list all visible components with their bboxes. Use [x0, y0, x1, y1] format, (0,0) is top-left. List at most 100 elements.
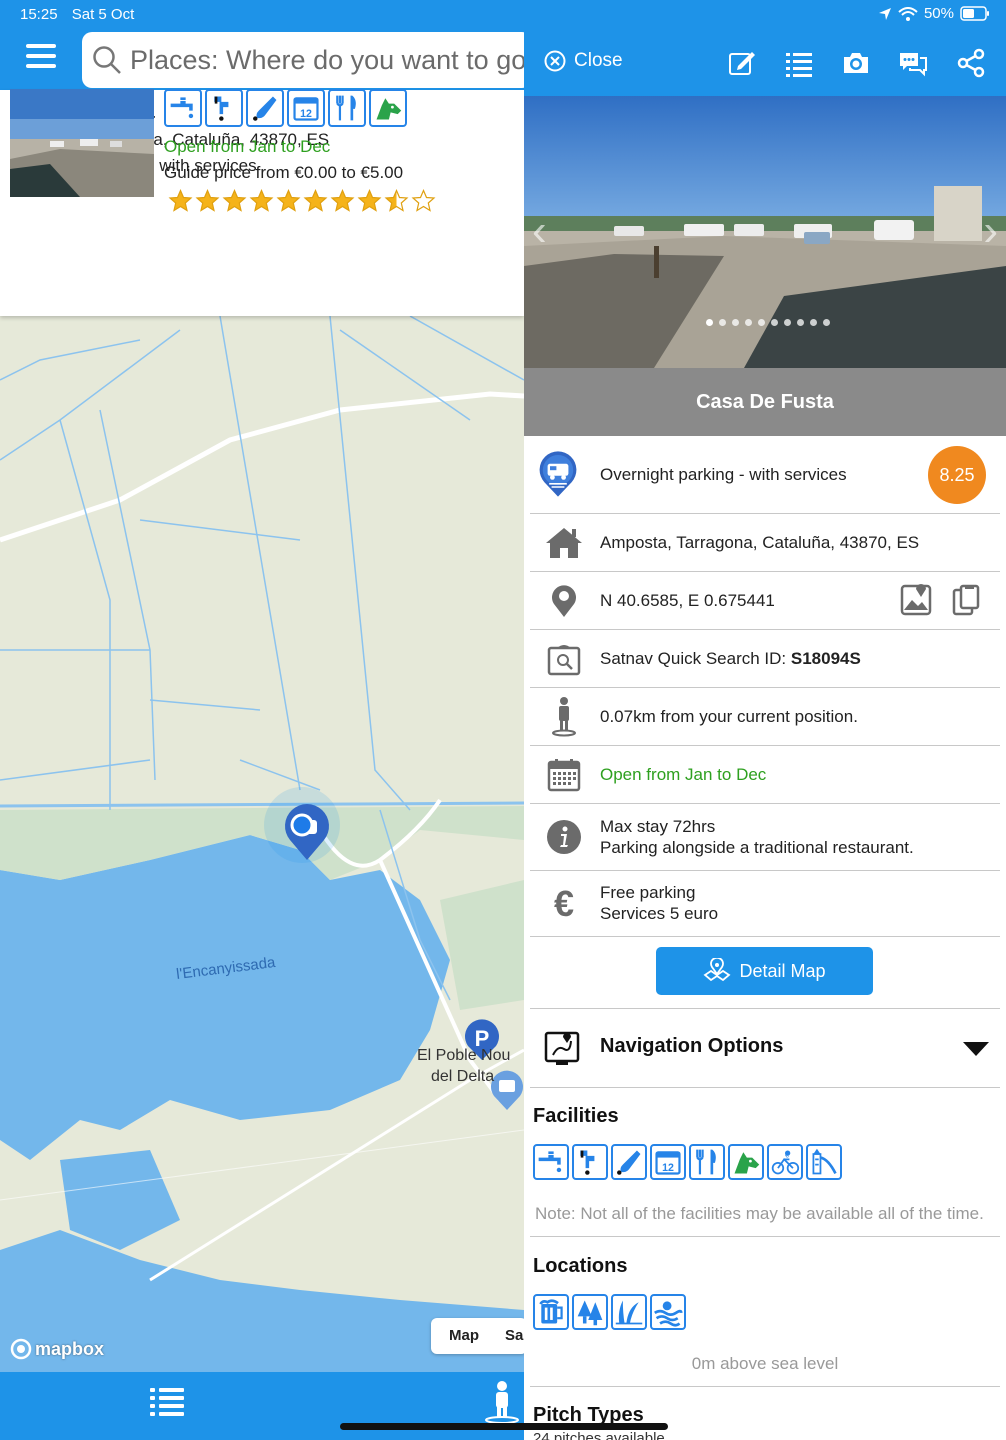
- card-facilities: 12: [164, 89, 407, 127]
- page-dot[interactable]: [797, 319, 804, 326]
- pitch-types-subtitle: 24 pitches available: [533, 1430, 665, 1440]
- navigation-options-label: Navigation Options: [600, 1035, 784, 1057]
- camera-icon[interactable]: [841, 48, 871, 78]
- satnav-device-icon: [544, 642, 584, 676]
- info-text: Max stay 72hrs Parking alongside a tradi…: [600, 816, 914, 858]
- status-time: 15:25: [20, 6, 58, 23]
- star-full-icon: [357, 189, 382, 212]
- map-view[interactable]: P: [0, 316, 524, 1372]
- facilities-list: 12 €: [533, 1144, 842, 1180]
- satnav-id: S18094S: [790, 649, 861, 668]
- reviews-chat-icon[interactable]: [898, 48, 928, 78]
- photo-prev-icon[interactable]: ‹: [532, 206, 547, 256]
- home-indicator[interactable]: [340, 1423, 668, 1430]
- wetland-icon: [611, 1294, 647, 1330]
- star-half-icon: [384, 189, 409, 212]
- star-full-icon: [303, 189, 328, 212]
- info-row: Max stay 72hrs Parking alongside a tradi…: [530, 804, 1000, 871]
- wifi-icon: [898, 6, 918, 21]
- edit-icon[interactable]: [727, 48, 757, 78]
- calendar-icon: [544, 758, 584, 792]
- star-full-icon: [168, 189, 193, 212]
- status-date: Sat 5 Oct: [71, 6, 135, 23]
- card-guide-price: Guide price from €0.00 to €5.00: [164, 163, 404, 182]
- calendar-icon: 12: [287, 89, 325, 127]
- home-icon: [544, 526, 584, 560]
- rating-stars: [168, 189, 436, 213]
- star-full-icon: [195, 189, 220, 212]
- lake-icon: [650, 1294, 686, 1330]
- mapbox-attribution[interactable]: mapbox: [10, 1338, 104, 1360]
- page-dot[interactable]: [758, 319, 765, 326]
- price-row: € Free parking Services 5 euro: [530, 871, 1000, 937]
- tab-map[interactable]: Map: [431, 1318, 497, 1354]
- chevron-down-icon: [963, 1042, 989, 1056]
- svg-text:12: 12: [662, 1162, 674, 1174]
- person-icon: [544, 696, 584, 737]
- playground-icon: [806, 1144, 842, 1180]
- info-icon: [544, 819, 584, 855]
- coordinates-row: N 40.6585, E 0.675441: [530, 572, 1000, 630]
- coordinates-text: N 40.6585, E 0.675441: [600, 591, 775, 610]
- place-thumbnail[interactable]: [10, 89, 154, 197]
- navigation-options-toggle[interactable]: Navigation Options: [530, 1008, 1000, 1088]
- facilities-note: Note: Not all of the facilities may be a…: [535, 1204, 984, 1223]
- page-dot[interactable]: [719, 319, 726, 326]
- photo-carousel[interactable]: ‹ ›: [524, 96, 1006, 368]
- page-dot[interactable]: [745, 319, 752, 326]
- detail-map-button[interactable]: Detail Map: [656, 947, 873, 995]
- facilities-title: Facilities: [533, 1105, 619, 1127]
- close-circle-icon: [544, 50, 566, 72]
- search-input[interactable]: [130, 44, 524, 76]
- tab-satellite[interactable]: Sa: [497, 1318, 524, 1354]
- map-label-town-line1: El Poble Nou: [417, 1047, 511, 1064]
- euro-icon: €: [553, 883, 575, 924]
- page-dot[interactable]: [810, 319, 817, 326]
- page-dot[interactable]: [732, 319, 739, 326]
- dog-icon: [728, 1144, 764, 1180]
- price-services: Services 5 euro: [600, 904, 719, 923]
- location-arrow-icon: [878, 7, 891, 20]
- search-bar[interactable]: [82, 32, 524, 88]
- share-icon[interactable]: [956, 48, 986, 78]
- address-row: Amposta, Tarragona, Cataluña, 43870, ES: [530, 514, 1000, 572]
- hamburger-menu-icon[interactable]: [26, 44, 56, 70]
- dog-icon: [369, 89, 407, 127]
- restaurant-icon: [689, 1144, 725, 1180]
- place-name-bar: Casa De Fusta: [524, 368, 1006, 436]
- detail-pane: 50% Close ‹ › Casa De Fusta Overnight pa…: [524, 0, 1006, 1440]
- list-view-icon[interactable]: [784, 48, 814, 78]
- toilet-dump-icon: [246, 89, 284, 127]
- distance-text: 0.07km from your current position.: [600, 707, 858, 726]
- list-icon[interactable]: [150, 1386, 184, 1416]
- close-button[interactable]: Close: [544, 50, 623, 72]
- price-text: Free parking Services 5 euro: [600, 882, 718, 924]
- map-image-icon[interactable]: [900, 584, 932, 616]
- star-full-icon: [222, 189, 247, 212]
- price-parking: Free parking: [600, 883, 696, 902]
- battery-percent: 50%: [923, 5, 954, 22]
- map-location-icon: [703, 958, 731, 982]
- page-dot[interactable]: [823, 319, 830, 326]
- sea-level-text: 0m above sea level: [691, 1354, 839, 1373]
- toilet-dump-icon: [611, 1144, 647, 1180]
- photo-next-icon[interactable]: ›: [983, 206, 998, 256]
- battery-icon: [960, 6, 989, 21]
- type-row: Overnight parking - with services 8.25: [530, 436, 1000, 514]
- page-dot[interactable]: [706, 319, 713, 326]
- page-dot[interactable]: [784, 319, 791, 326]
- satnav-prefix: Satnav Quick Search ID:: [600, 649, 791, 668]
- motorhome-pin-icon: [538, 446, 578, 504]
- detail-top-bar: 50% Close: [524, 0, 1006, 96]
- star-full-icon: [249, 189, 274, 212]
- info-description: Parking alongside a traditional restaura…: [600, 838, 914, 857]
- copy-clipboard-icon[interactable]: [952, 584, 980, 616]
- address-text: Amposta, Tarragona, Cataluña, 43870, ES: [600, 533, 920, 552]
- page-dot[interactable]: [771, 319, 778, 326]
- forest-icon: [572, 1294, 608, 1330]
- map-pane: P l'Encanyissada El Poble Nou del Delta …: [0, 0, 524, 1440]
- navigation-device-icon: [544, 1031, 580, 1065]
- svg-text:€: €: [785, 1153, 789, 1160]
- photo-pagination-dots: [706, 319, 830, 326]
- person-location-icon[interactable]: [484, 1380, 520, 1424]
